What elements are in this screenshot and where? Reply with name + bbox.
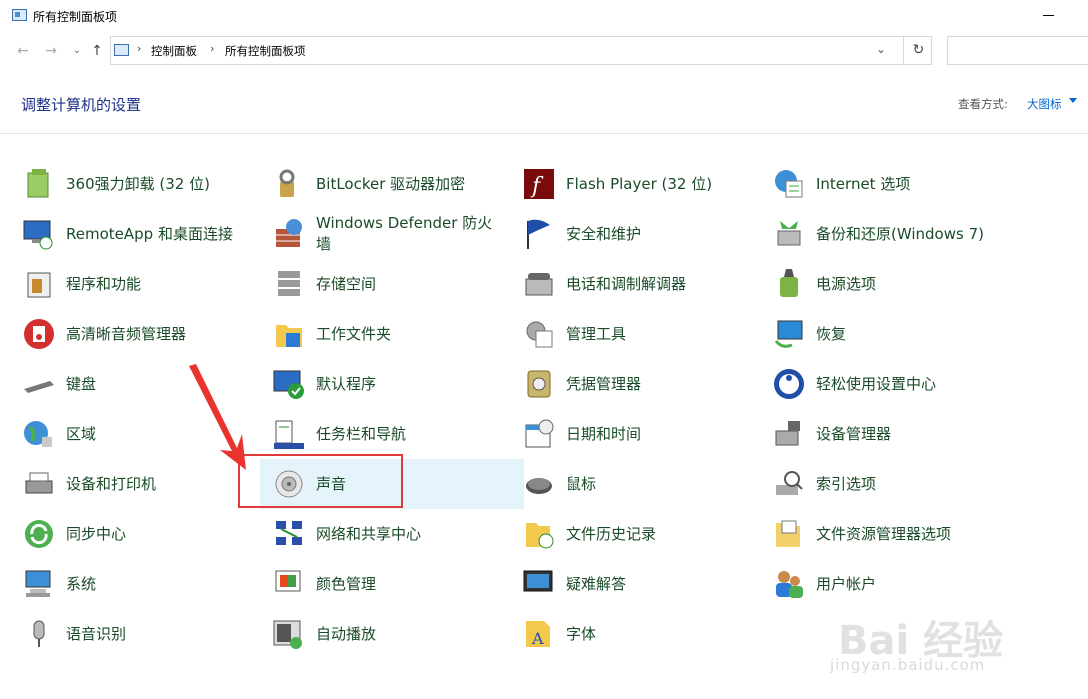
annotation-arrow-icon: [189, 364, 246, 470]
watermark-url: jingyan.baidu.com: [830, 656, 986, 674]
watermark: Bai 经验 jingyan.baidu.com: [830, 604, 1030, 699]
